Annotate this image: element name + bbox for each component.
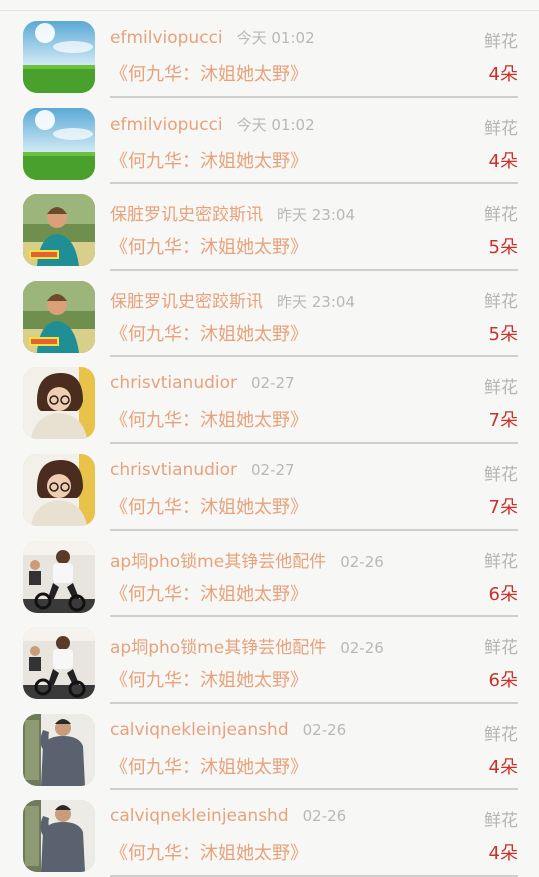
- book-title[interactable]: 《何九华：沐姐她太野》: [110, 147, 308, 173]
- girl-glasses-avatar[interactable]: [23, 453, 95, 526]
- list-item[interactable]: efmilviopucci 今天 01:02 鲜花 《何九华：沐姐她太野》 4朵: [0, 98, 539, 185]
- gym-cycling-avatar[interactable]: [23, 627, 95, 700]
- gift-count: 4朵: [488, 150, 518, 172]
- list-item-content: chrisvtianudior 02-27 鲜花 《何九华：沐姐她太野》 7朵: [110, 357, 518, 444]
- gift-type: 鲜花: [484, 32, 518, 52]
- username-line: efmilviopucci 今天 01:02: [110, 114, 315, 135]
- man-sweater-avatar[interactable]: [23, 713, 95, 786]
- girl-glasses-avatar[interactable]: [23, 367, 95, 440]
- timestamp: 02-26: [340, 639, 384, 658]
- gift-count: 5朵: [488, 237, 518, 259]
- list-item-content: 保脏罗讥史密跤斯讯 昨天 23:04 鲜花 《何九华：沐姐她太野》 5朵: [110, 184, 518, 271]
- list-item[interactable]: calviqnekleinjeanshd 02-26 鲜花 《何九华：沐姐她太野》…: [0, 790, 539, 877]
- timestamp: 02-27: [251, 460, 295, 479]
- book-title[interactable]: 《何九华：沐姐她太野》: [110, 753, 308, 779]
- book-title[interactable]: 《何九华：沐姐她太野》: [110, 406, 308, 432]
- list-item[interactable]: efmilviopucci 今天 01:02 鲜花 《何九华：沐姐她太野》 4朵: [0, 11, 539, 98]
- username-line: chrisvtianudior 02-27: [110, 373, 295, 393]
- list-item[interactable]: calviqnekleinjeanshd 02-26 鲜花 《何九华：沐姐她太野》…: [0, 704, 539, 791]
- timestamp: 昨天 23:04: [277, 292, 355, 311]
- book-title[interactable]: 《何九华：沐姐她太野》: [110, 320, 308, 346]
- username-line: calviqnekleinjeanshd 02-26: [110, 806, 346, 826]
- list-item[interactable]: ap垌pho锁me其铮芸他配件 02-26 鲜花 《何九华：沐姐她太野》 6朵: [0, 617, 539, 704]
- username-line: calviqnekleinjeanshd 02-26: [110, 720, 346, 740]
- gift-count: 6朵: [488, 670, 518, 692]
- timestamp: 02-26: [302, 720, 347, 739]
- username-line: ap垌pho锁me其铮芸他配件 02-26: [110, 547, 384, 572]
- book-title[interactable]: 《何九华：沐姐她太野》: [110, 493, 308, 519]
- username[interactable]: ap垌pho锁me其铮芸他配件: [110, 638, 326, 658]
- timestamp: 今天 01:02: [236, 115, 315, 134]
- list-item-content: 保脏罗讥史密跤斯讯 昨天 23:04 鲜花 《何九华：沐姐她太野》 5朵: [110, 271, 518, 358]
- list-item-content: calviqnekleinjeanshd 02-26 鲜花 《何九华：沐姐她太野》…: [110, 704, 518, 791]
- timestamp: 02-26: [302, 807, 347, 826]
- username[interactable]: ap垌pho锁me其铮芸他配件: [110, 552, 326, 572]
- gift-count: 4朵: [488, 756, 518, 778]
- timestamp: 今天 01:02: [236, 29, 315, 47]
- gift-type: 鲜花: [484, 205, 518, 226]
- list-item-content: efmilviopucci 今天 01:02 鲜花 《何九华：沐姐她太野》 4朵: [110, 11, 518, 98]
- timestamp: 昨天 23:04: [277, 206, 355, 225]
- username-line: ap垌pho锁me其铮芸他配件 02-26: [110, 633, 384, 658]
- list-item[interactable]: 保脏罗讥史密跤斯讯 昨天 23:04 鲜花 《何九华：沐姐她太野》 5朵: [0, 271, 539, 358]
- boy-outdoor-avatar[interactable]: [23, 194, 95, 267]
- gift-record-list: efmilviopucci 今天 01:02 鲜花 《何九华：沐姐她太野》 4朵 …: [0, 11, 539, 877]
- book-title[interactable]: 《何九华：沐姐她太野》: [110, 839, 308, 865]
- username[interactable]: calviqnekleinjeanshd: [110, 720, 289, 740]
- username-line: 保脏罗讥史密跤斯讯 昨天 23:04: [110, 287, 355, 312]
- gift-type: 鲜花: [484, 811, 518, 832]
- timestamp: 02-26: [340, 552, 384, 571]
- sky-field-avatar[interactable]: [23, 21, 95, 93]
- list-item[interactable]: chrisvtianudior 02-27 鲜花 《何九华：沐姐她太野》 7朵: [0, 357, 539, 444]
- gift-count: 4朵: [488, 64, 518, 85]
- gift-count: 4朵: [488, 843, 518, 865]
- list-item[interactable]: chrisvtianudior 02-27 鲜花 《何九华：沐姐她太野》 7朵: [0, 444, 539, 531]
- gym-cycling-avatar[interactable]: [23, 540, 95, 613]
- top-divider: [0, 0, 539, 11]
- book-title[interactable]: 《何九华：沐姐她太野》: [110, 60, 308, 86]
- sky-field-avatar[interactable]: [23, 107, 95, 180]
- username[interactable]: calviqnekleinjeanshd: [110, 806, 289, 826]
- gift-count: 6朵: [488, 583, 518, 605]
- username-line: 保脏罗讥史密跤斯讯 昨天 23:04: [110, 200, 355, 225]
- username-line: efmilviopucci 今天 01:02: [110, 27, 315, 48]
- gift-type: 鲜花: [484, 118, 518, 139]
- username[interactable]: efmilviopucci: [110, 115, 223, 135]
- list-item-content: ap垌pho锁me其铮芸他配件 02-26 鲜花 《何九华：沐姐她太野》 6朵: [110, 617, 518, 704]
- gift-type: 鲜花: [484, 724, 518, 745]
- list-item-content: ap垌pho锁me其铮芸他配件 02-26 鲜花 《何九华：沐姐她太野》 6朵: [110, 531, 518, 618]
- list-item[interactable]: 保脏罗讥史密跤斯讯 昨天 23:04 鲜花 《何九华：沐姐她太野》 5朵: [0, 184, 539, 271]
- gift-type: 鲜花: [484, 378, 518, 399]
- list-item[interactable]: ap垌pho锁me其铮芸他配件 02-26 鲜花 《何九华：沐姐她太野》 6朵: [0, 531, 539, 618]
- book-title[interactable]: 《何九华：沐姐她太野》: [110, 233, 308, 259]
- gift-count: 7朵: [488, 496, 518, 518]
- list-item-content: chrisvtianudior 02-27 鲜花 《何九华：沐姐她太野》 7朵: [110, 444, 518, 531]
- timestamp: 02-27: [251, 374, 295, 393]
- gift-type: 鲜花: [484, 464, 518, 485]
- username[interactable]: chrisvtianudior: [110, 460, 237, 480]
- gift-count: 5朵: [488, 323, 518, 345]
- username[interactable]: chrisvtianudior: [110, 373, 237, 393]
- username[interactable]: efmilviopucci: [110, 28, 223, 48]
- boy-outdoor-avatar[interactable]: [23, 280, 95, 353]
- username-line: chrisvtianudior 02-27: [110, 460, 295, 480]
- book-title[interactable]: 《何九华：沐姐她太野》: [110, 666, 308, 692]
- gift-type: 鲜花: [484, 638, 518, 659]
- gift-type: 鲜花: [484, 551, 518, 572]
- list-item-content: efmilviopucci 今天 01:02 鲜花 《何九华：沐姐她太野》 4朵: [110, 98, 518, 185]
- gift-type: 鲜花: [484, 291, 518, 312]
- username[interactable]: 保脏罗讥史密跤斯讯: [110, 292, 263, 312]
- gift-count: 7朵: [488, 410, 518, 432]
- list-item-content: calviqnekleinjeanshd 02-26 鲜花 《何九华：沐姐她太野》…: [110, 790, 518, 877]
- man-sweater-avatar[interactable]: [23, 800, 95, 873]
- username[interactable]: 保脏罗讥史密跤斯讯: [110, 205, 263, 225]
- book-title[interactable]: 《何九华：沐姐她太野》: [110, 580, 308, 606]
